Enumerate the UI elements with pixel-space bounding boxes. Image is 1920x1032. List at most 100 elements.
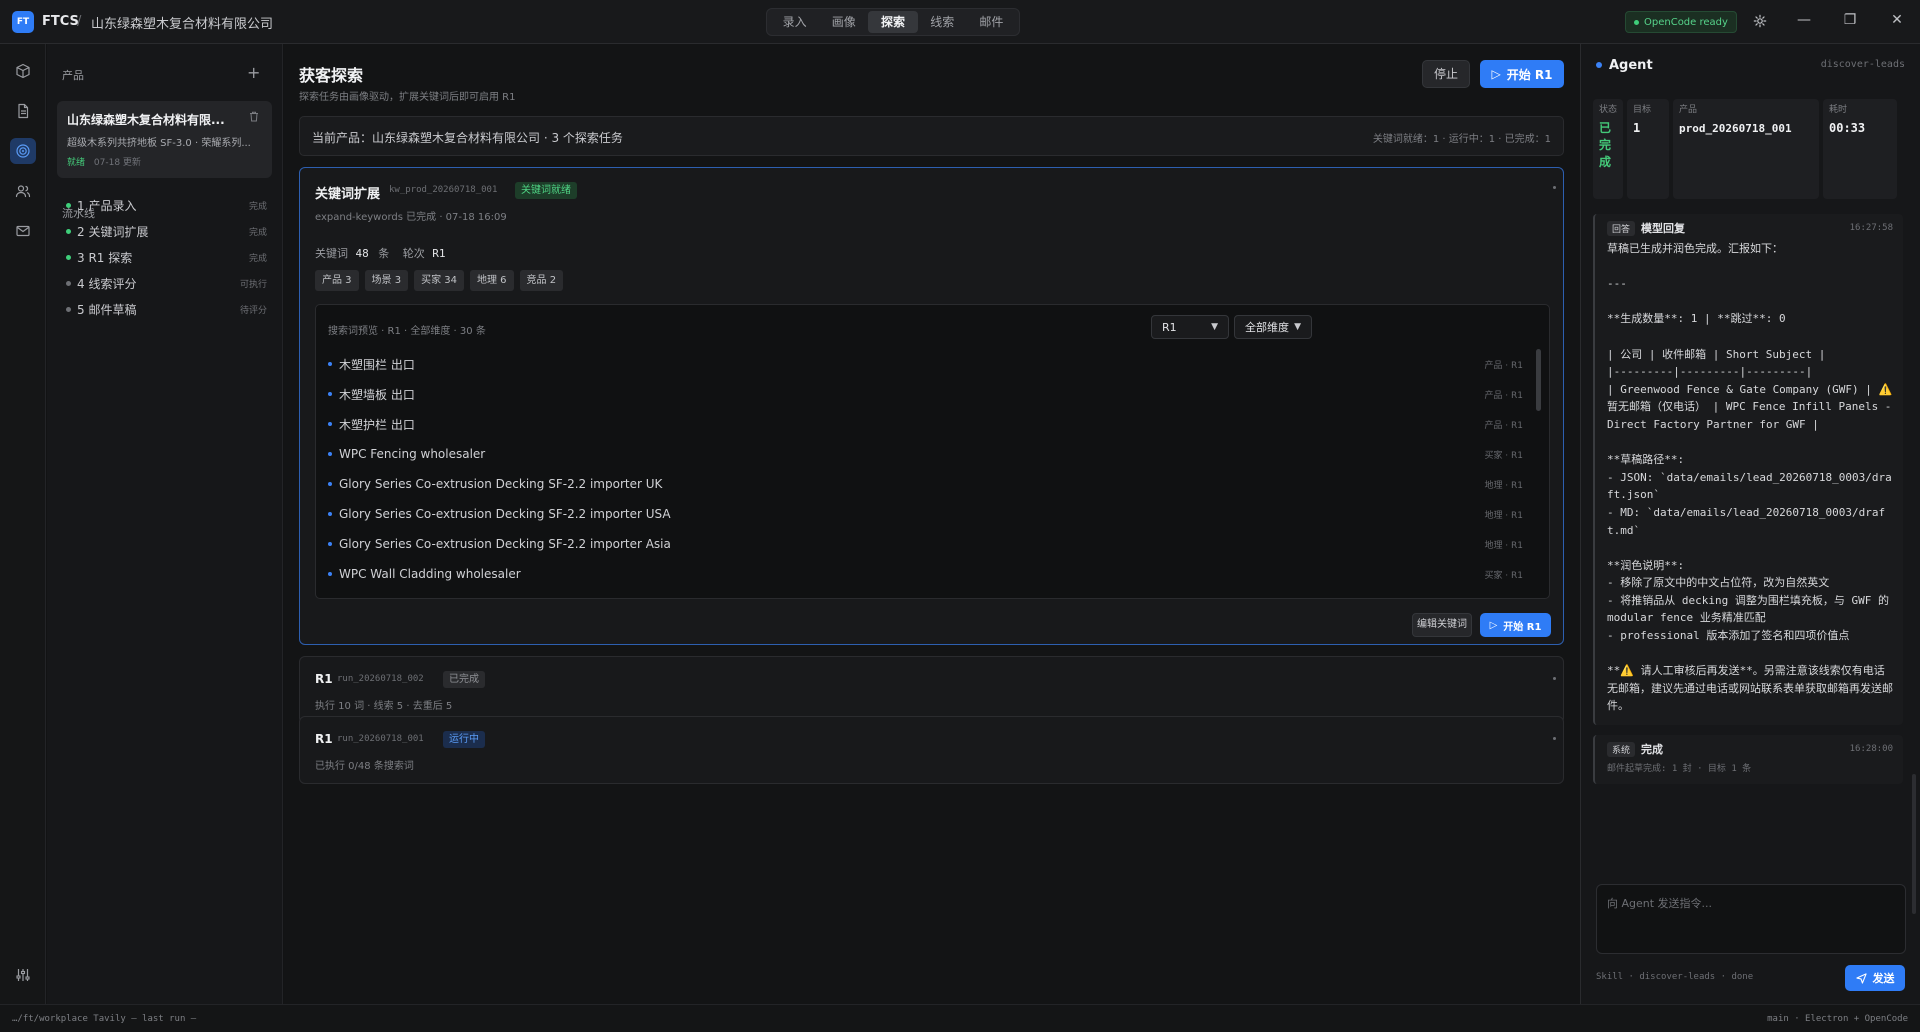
search-term-tag: 产品 · R1 — [1484, 390, 1523, 401]
mail-icon[interactable] — [10, 218, 36, 244]
keyword-task-id: kw_prod_20260718_001 — [389, 185, 498, 195]
pipeline-item[interactable]: 4 线索评分 可执行 — [62, 274, 267, 292]
chip-geo[interactable]: 地理 6 — [470, 270, 514, 291]
message-time: 16:27:58 — [1849, 223, 1893, 233]
add-product-button[interactable]: + — [247, 63, 260, 82]
pipeline-item-status: 待评分 — [239, 305, 267, 316]
status-badge: 已完成 — [443, 671, 485, 688]
status-right: main · Electron + OpenCode — [1767, 1014, 1908, 1024]
breadcrumb-company[interactable]: 山东绿森塑木复合材料有限公司 — [91, 13, 273, 32]
pipeline-item[interactable]: 1 产品录入 完成 — [62, 196, 267, 214]
chip-buyer[interactable]: 买家 34 — [414, 270, 464, 291]
tab-profile[interactable]: 画像 — [819, 11, 868, 33]
explore-radar-icon[interactable] — [10, 138, 36, 164]
list-item[interactable]: Glory Series Co-extrusion Decking SF-2.2… — [328, 529, 1523, 559]
pipeline-item-label: 4 线索评分 — [77, 276, 137, 291]
search-term: 木塑围栏 出口 — [339, 357, 415, 372]
list-item[interactable]: WPC Fencing wholesaler 买家 · R1 — [328, 439, 1523, 469]
close-window-button[interactable]: ✕ — [1887, 12, 1907, 28]
chevron-down-icon: ▼ — [1211, 322, 1218, 332]
tab-entry[interactable]: 录入 — [770, 11, 819, 33]
minimize-button[interactable]: — — [1794, 12, 1814, 28]
maximize-button[interactable]: ❐ — [1840, 12, 1860, 28]
keywords-label: 关键词 — [315, 247, 348, 260]
tab-mail[interactable]: 邮件 — [967, 11, 1016, 33]
product-updated: 07-18 更新 — [93, 158, 141, 168]
title-bar: FT FTCS / 山东绿森塑木复合材料有限公司 录入 画像 探索 线索 邮件 … — [0, 0, 1920, 44]
edit-keywords-button[interactable]: 编辑关键词 — [1412, 613, 1472, 637]
more-dot-icon[interactable] — [1553, 737, 1556, 740]
pipeline-status-dot — [66, 254, 71, 260]
cube-icon[interactable] — [10, 58, 36, 84]
pipeline-status-dot — [66, 280, 71, 286]
search-term-tag: 买家 · R1 — [1484, 570, 1523, 581]
keywords-unit: 条 — [378, 247, 390, 260]
search-term-tag: 买家 · R1 — [1484, 450, 1523, 461]
tab-leads[interactable]: 线索 — [918, 11, 967, 33]
bullet-icon — [328, 392, 332, 396]
sliders-icon[interactable] — [10, 962, 36, 988]
stop-button[interactable]: 停止 — [1422, 60, 1470, 88]
list-item[interactable]: 木塑护栏 出口 产品 · R1 — [328, 409, 1523, 439]
list-item[interactable]: WPC Wall Cladding wholesaler 买家 · R1 — [328, 559, 1523, 589]
search-term-tag: 地理 · R1 — [1484, 480, 1523, 491]
chip-scene[interactable]: 场景 3 — [364, 270, 409, 291]
status-dot — [1634, 19, 1639, 25]
pipeline-item[interactable]: 5 邮件草稿 待评分 — [62, 300, 267, 318]
start-r1-button[interactable]: ▷ 开始 R1 — [1480, 60, 1564, 88]
chip-product[interactable]: 产品 3 — [315, 270, 359, 291]
list-item[interactable]: 木塑围栏 出口 产品 · R1 — [328, 349, 1523, 379]
app-name: FTCS — [42, 14, 79, 29]
more-dot-icon[interactable] — [1553, 186, 1556, 189]
product-description: 超级木系列共挤地板 SF-3.0 · 荣耀系列... — [67, 138, 251, 149]
pipeline-item[interactable]: 3 R1 探索 完成 — [62, 248, 267, 266]
scrollbar[interactable] — [1536, 349, 1541, 411]
list-item[interactable]: 木塑墙板 出口 产品 · R1 — [328, 379, 1523, 409]
status-badge: 运行中 — [443, 731, 485, 748]
search-term-tag: 地理 · R1 — [1484, 540, 1523, 551]
list-item[interactable]: Glory Series Co-extrusion Decking SF-2.2… — [328, 499, 1523, 529]
product-card[interactable]: 山东绿森塑木复合材料有限... 超级木系列共挤地板 SF-3.0 · 荣耀系列.… — [57, 101, 272, 178]
settings-gear-icon[interactable] — [1750, 12, 1770, 32]
search-term-tag: 产品 · R1 — [1484, 420, 1523, 431]
bullet-icon — [328, 572, 332, 576]
list-item[interactable]: Glory Series Co-extrusion Decking SF-2.2… — [328, 469, 1523, 499]
send-button[interactable]: 发送 — [1845, 965, 1905, 991]
start-r1-small-button[interactable]: ▷ 开始 R1 — [1480, 613, 1551, 637]
keyword-card-subtitle: expand-keywords 已完成 · 07-18 16:09 — [315, 212, 507, 223]
icon-rail — [0, 44, 46, 1004]
tab-explore[interactable]: 探索 — [868, 11, 918, 33]
message-tag: 系统 — [1607, 741, 1636, 757]
run-id: run_20260718_002 — [337, 674, 424, 684]
pipeline-item-label: 5 邮件草稿 — [77, 302, 137, 317]
pipeline-item-label: 3 R1 探索 — [77, 250, 133, 265]
pipeline-item-status: 完成 — [248, 253, 267, 264]
dimension-select[interactable]: 全部维度 ▼ — [1234, 315, 1312, 339]
message-time: 16:28:00 — [1849, 744, 1893, 755]
message-name: 完成 — [1641, 743, 1664, 757]
scrollbar[interactable] — [1912, 774, 1916, 914]
run-title: R1 — [315, 672, 333, 686]
stat-value: prod_20260718_001 — [1679, 122, 1792, 135]
page-title: 获客探索 — [299, 66, 364, 85]
round-select[interactable]: R1 ▼ — [1151, 315, 1229, 339]
run-card[interactable]: R1 run_20260718_001 运行中 已执行 0/48 条搜索词 — [299, 716, 1564, 784]
run-card[interactable]: R1 run_20260718_002 已完成 执行 10 词 · 线索 5 ·… — [299, 656, 1564, 724]
users-icon[interactable] — [10, 178, 36, 204]
search-term-tag: 产品 · R1 — [1484, 360, 1523, 371]
bullet-icon — [328, 422, 332, 426]
keyword-card-title: 关键词扩展 — [315, 187, 381, 202]
agent-title: Agent — [1609, 58, 1653, 73]
more-dot-icon[interactable] — [1553, 677, 1556, 680]
trash-icon[interactable] — [249, 111, 259, 125]
pipeline-item[interactable]: 2 关键词扩展 完成 — [62, 222, 267, 240]
agent-command-input[interactable]: 向 Agent 发送指令... — [1596, 884, 1906, 954]
search-preview-panel: 搜索词预览 · R1 · 全部维度 · 30 条 R1 ▼ 全部维度 ▼ 木塑围… — [315, 304, 1550, 599]
current-product-bar: 当前产品：山东绿森塑木复合材料有限公司 · 3 个探索任务 关键词就绪：1 · … — [299, 116, 1564, 156]
message-system-text: 邮件起草完成: 1 封 · 目标 1 条 — [1607, 764, 1752, 775]
chip-competitor[interactable]: 竞品 2 — [519, 270, 564, 291]
document-icon[interactable] — [10, 98, 36, 124]
bullet-icon — [328, 512, 332, 516]
agent-status-dot — [1596, 62, 1602, 68]
chevron-down-icon: ▼ — [1294, 322, 1301, 332]
